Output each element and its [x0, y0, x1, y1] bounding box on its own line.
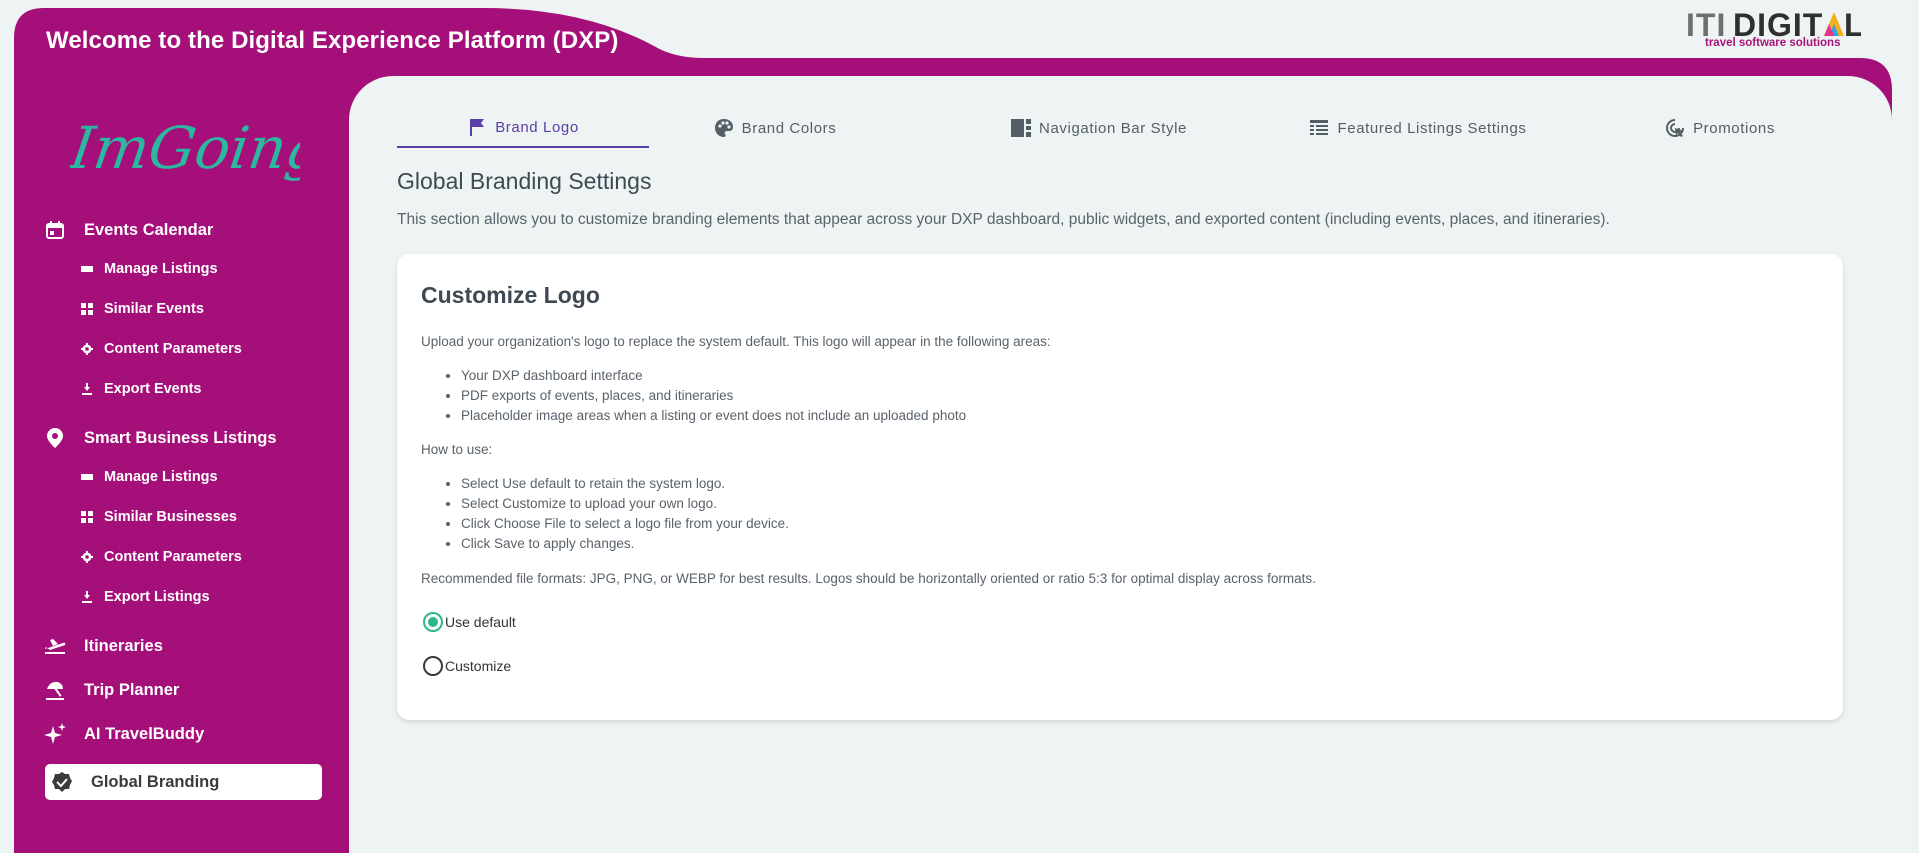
verified-badge-icon	[51, 771, 73, 793]
radio-label: Use default	[445, 614, 516, 630]
sidebar-item-label: AI TravelBuddy	[84, 724, 205, 743]
list-item: Placeholder image areas when a listing o…	[461, 406, 966, 426]
sidebar-item-label: Global Branding	[91, 772, 220, 791]
radio-indicator[interactable]	[423, 612, 443, 632]
page-description: This section allows you to customize bra…	[397, 211, 1610, 228]
sidebar-item-label: Manage Listings	[104, 469, 218, 485]
tab-label: Promotions	[1693, 119, 1775, 137]
list-icon	[80, 470, 94, 484]
plane-takeoff-icon	[44, 635, 66, 657]
list-item: Click Save to apply changes.	[461, 534, 789, 554]
list-item: Select Use default to retain the system …	[461, 474, 789, 494]
sidebar-item-manage-listings[interactable]: Manage Listings	[80, 469, 218, 485]
download-icon	[80, 590, 94, 604]
sidebar-item-smart-business-listings[interactable]: Smart Business Listings	[44, 427, 277, 449]
tab-label: Navigation Bar Style	[1039, 119, 1187, 137]
list-item: Select Customize to upload your own logo…	[461, 494, 789, 514]
tab-brand-logo[interactable]: Brand Logo	[397, 108, 649, 148]
sidebar-item-manage-listings[interactable]: Manage Listings	[80, 261, 218, 277]
how-to-steps-list: Select Use default to retain the system …	[461, 474, 789, 554]
grid-icon	[80, 302, 94, 316]
sidebar-item-label: Similar Businesses	[104, 509, 237, 525]
logo-areas-list: Your DXP dashboard interface PDF exports…	[461, 366, 966, 426]
sidebar-item-label: Itineraries	[84, 636, 163, 655]
featured-list-icon	[1309, 118, 1329, 138]
sidebar-item-ai-travelbuddy[interactable]: AI TravelBuddy	[44, 723, 204, 745]
sidebar-item-label: Events Calendar	[84, 220, 214, 239]
card-title: Customize Logo	[421, 282, 600, 308]
sidebar-item-itineraries[interactable]: Itineraries	[44, 635, 163, 657]
sidebar-item-label: Export Events	[104, 381, 202, 397]
page-title: Global Branding Settings	[397, 168, 652, 194]
gear-icon	[80, 550, 94, 564]
tab-promotions[interactable]: Promotions	[1597, 108, 1843, 148]
customize-logo-card: Customize Logo Upload your organization'…	[397, 254, 1843, 720]
sidebar-item-label: Trip Planner	[84, 680, 180, 699]
tab-brand-colors[interactable]: Brand Colors	[649, 108, 901, 148]
sidebar-item-label: Similar Events	[104, 301, 204, 317]
list-item: Your DXP dashboard interface	[461, 366, 966, 386]
sidebar-item-content-parameters[interactable]: Content Parameters	[80, 549, 242, 565]
grid-icon	[80, 510, 94, 524]
radio-label: Customize	[445, 658, 512, 674]
download-icon	[80, 382, 94, 396]
sparkle-icon	[44, 723, 66, 745]
sidebar-item-global-branding[interactable]: Global Branding	[45, 764, 322, 800]
branding-tabs: Brand Logo Brand Colors Navigation Bar S…	[397, 108, 1843, 148]
gear-icon	[80, 342, 94, 356]
sidebar-item-label: Content Parameters	[104, 549, 242, 565]
radio-indicator[interactable]	[423, 656, 443, 676]
itidigital-tagline: travel software solutions	[1705, 37, 1841, 49]
customize-radio[interactable]: Customize	[423, 656, 511, 676]
list-item: Click Choose File to select a logo file …	[461, 514, 789, 534]
sidebar-item-events-calendar[interactable]: Events Calendar	[44, 219, 213, 241]
sidebar-item-similar-businesses[interactable]: Similar Businesses	[80, 509, 237, 525]
target-click-icon	[1665, 118, 1685, 138]
sidebar-item-label: Smart Business Listings	[84, 428, 277, 447]
tab-featured-listings-settings[interactable]: Featured Listings Settings	[1282, 108, 1554, 148]
app-title: Welcome to the Digital Experience Platfo…	[46, 27, 619, 54]
imgoing-logo: ImGoing	[65, 100, 328, 200]
palette-icon	[714, 118, 734, 138]
sidebar-item-export-events[interactable]: Export Events	[80, 381, 202, 397]
file-formats-note: Recommended file formats: JPG, PNG, or W…	[421, 571, 1316, 586]
itidigital-logo: ITI DIGIT L travel software solutions	[1686, 7, 1866, 50]
sidebar-item-label: Manage Listings	[104, 261, 218, 277]
svg-text:L: L	[1844, 8, 1861, 42]
flag-icon	[467, 117, 487, 137]
imgoing-logo-text: ImGoing	[70, 114, 300, 182]
use-default-radio[interactable]: Use default	[423, 612, 516, 632]
sidebar-item-export-listings[interactable]: Export Listings	[80, 589, 210, 605]
card-intro: Upload your organization's logo to repla…	[421, 334, 1051, 349]
tab-navigation-bar-style[interactable]: Navigation Bar Style	[949, 108, 1249, 148]
list-item: PDF exports of events, places, and itine…	[461, 386, 966, 406]
location-pin-icon	[44, 427, 66, 449]
sidebar-layout-icon	[1011, 118, 1032, 138]
tab-label: Featured Listings Settings	[1337, 119, 1527, 137]
sidebar-item-similar-events[interactable]: Similar Events	[80, 301, 204, 317]
tab-label: Brand Logo	[495, 118, 579, 136]
sidebar-item-label: Content Parameters	[104, 341, 242, 357]
how-to-heading: How to use:	[421, 442, 493, 457]
list-icon	[80, 262, 94, 276]
calendar-icon	[44, 219, 66, 241]
beach-umbrella-icon	[44, 679, 66, 701]
sidebar-item-label: Export Listings	[104, 589, 210, 605]
tab-label: Brand Colors	[741, 119, 837, 137]
sidebar-item-content-parameters[interactable]: Content Parameters	[80, 341, 242, 357]
sidebar-item-trip-planner[interactable]: Trip Planner	[44, 679, 179, 701]
